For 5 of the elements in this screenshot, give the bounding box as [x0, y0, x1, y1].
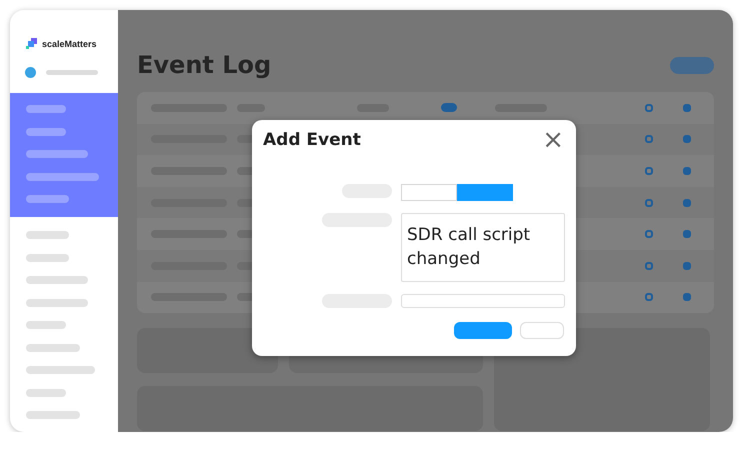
page-title: Event Log: [137, 51, 272, 79]
brand-name: scaleMatters: [42, 39, 97, 49]
close-button[interactable]: ×: [542, 130, 564, 150]
description-field[interactable]: SDR call script changed: [401, 213, 565, 282]
dialog-title: Add Event: [263, 130, 361, 150]
